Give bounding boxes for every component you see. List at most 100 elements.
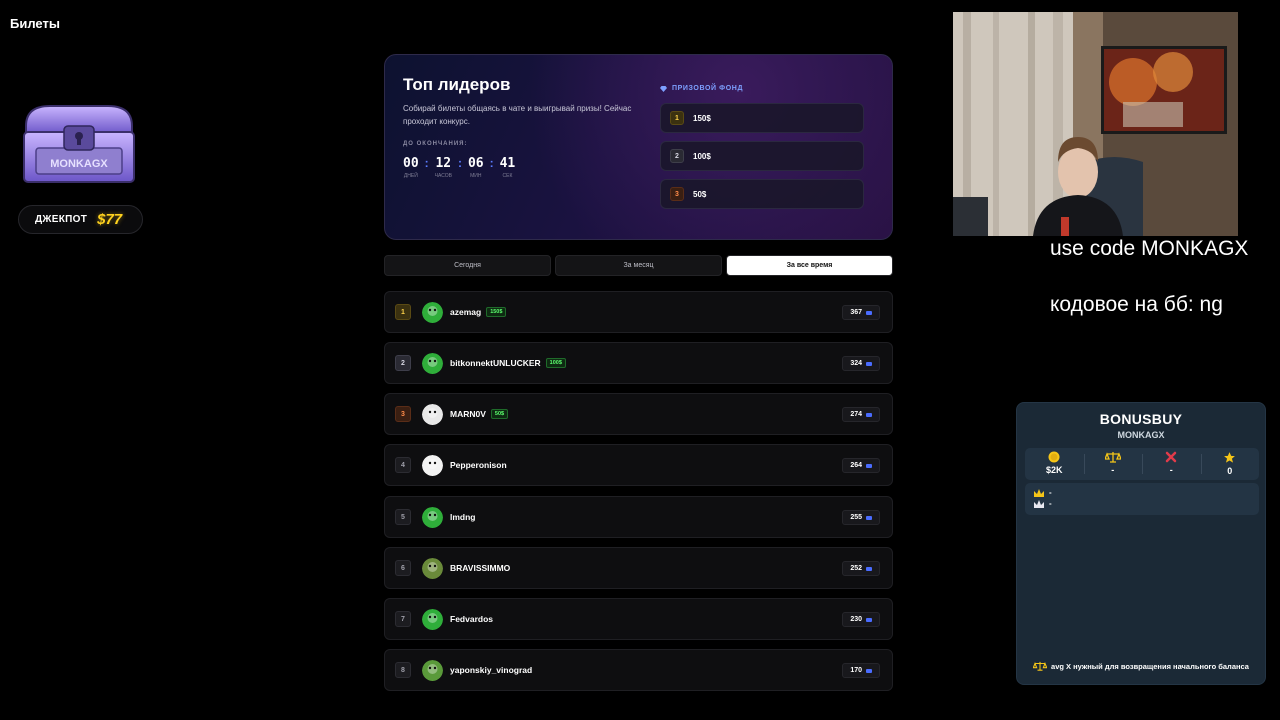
timer-hours: 12 ЧАСОВ bbox=[434, 156, 452, 179]
avatar bbox=[422, 301, 443, 323]
tab-all-time[interactable]: За все время bbox=[726, 255, 893, 276]
row-rank: 4 bbox=[395, 457, 411, 473]
jackpot-badge: ДЖЕКПОТ $77 bbox=[18, 205, 143, 234]
avatar bbox=[422, 557, 443, 579]
crown-silver-icon bbox=[1034, 499, 1044, 508]
avatar bbox=[422, 403, 443, 425]
leaderboard-title: Топ лидеров bbox=[403, 75, 511, 94]
period-tabs: Сегодня За месяц За все время bbox=[384, 255, 893, 276]
leaderboard-row[interactable]: 7 Fedvardos 230 bbox=[384, 598, 893, 640]
row-username: yaponskiy_vinograd bbox=[450, 665, 533, 675]
scales-icon bbox=[1104, 452, 1121, 463]
ticket-icon bbox=[866, 310, 872, 315]
prize-fund: ПРИЗОВОЙ ФОНД 1 150$ 2 100$ 3 50$ bbox=[650, 77, 874, 217]
timer-separator: : bbox=[424, 156, 429, 170]
stat-losses: - bbox=[1142, 448, 1201, 480]
bonus-code-text: кодовое на бб: ng bbox=[1050, 293, 1223, 316]
prize-rank: 1 bbox=[670, 111, 684, 125]
bonusbuy-stats: $2K - - 0 bbox=[1025, 448, 1259, 480]
timer-separator: : bbox=[489, 156, 494, 170]
row-username: BRAVISSIMMO bbox=[450, 563, 511, 573]
avatar bbox=[422, 659, 443, 681]
row-prize-tag: 50$ bbox=[490, 409, 509, 419]
countdown-timer: 00 ДНЕЙ : 12 ЧАСОВ : 06 МИН : 41 СЕК bbox=[403, 156, 515, 179]
tab-today[interactable]: Сегодня bbox=[384, 255, 551, 276]
ticket-icon bbox=[866, 617, 872, 622]
stat-avg: - bbox=[1083, 448, 1143, 480]
row-score: 255 bbox=[842, 510, 880, 525]
avatar bbox=[422, 506, 443, 528]
ticket-icon bbox=[866, 515, 872, 520]
timer-separator: : bbox=[457, 156, 462, 170]
leaderboard-hero: Топ лидеров Собирай билеты общаясь в чат… bbox=[384, 54, 893, 240]
prize-row-1: 1 150$ bbox=[660, 103, 864, 133]
leaderboard-row[interactable]: 3 MARN0V 50$ 274 bbox=[384, 393, 893, 435]
cross-icon bbox=[1166, 451, 1177, 463]
tab-month[interactable]: За месяц bbox=[555, 255, 722, 276]
row-username: lmdng bbox=[450, 512, 476, 522]
row-username: Pepperonison bbox=[450, 460, 507, 470]
prize-amount: 150$ bbox=[693, 113, 711, 123]
row-rank: 5 bbox=[395, 509, 411, 525]
row-score: 170 bbox=[842, 663, 880, 678]
jackpot-label: ДЖЕКПОТ bbox=[35, 214, 88, 225]
bonusbuy-footer: avg X нужный для возвращения начального … bbox=[1017, 661, 1265, 671]
bonusbuy-subtitle: MONKAGX bbox=[1117, 430, 1165, 440]
stat-balance: $2K bbox=[1025, 448, 1084, 480]
prize-fund-header: ПРИЗОВОЙ ФОНД bbox=[660, 85, 874, 92]
leaderboard-row[interactable]: 1 azemag 150$ 367 bbox=[384, 291, 893, 333]
row-rank: 3 bbox=[395, 406, 411, 422]
timer-seconds: 41 СЕК bbox=[499, 156, 516, 179]
prize-rank: 3 bbox=[670, 187, 684, 201]
diamond-icon bbox=[660, 85, 667, 92]
avatar bbox=[422, 608, 443, 630]
page-title: Билеты bbox=[10, 16, 60, 31]
timer-days: 00 ДНЕЙ bbox=[403, 156, 419, 179]
row-rank: 2 bbox=[395, 355, 411, 371]
leaderboard-row[interactable]: 6 BRAVISSIMMO 252 bbox=[384, 547, 893, 589]
worst-row: - bbox=[1033, 498, 1251, 509]
leaderboard-row[interactable]: 2 bitkonnektUNLUCKER 100$ 324 bbox=[384, 342, 893, 384]
row-score: 252 bbox=[842, 561, 880, 576]
leaderboard-row[interactable]: 4 Pepperonison 264 bbox=[384, 444, 893, 486]
prize-row-2: 2 100$ bbox=[660, 141, 864, 171]
best-row: - bbox=[1033, 487, 1251, 498]
avatar bbox=[422, 352, 443, 374]
row-rank: 1 bbox=[395, 304, 411, 320]
webcam-feed bbox=[953, 12, 1238, 236]
scales-icon bbox=[1033, 661, 1048, 671]
ticket-icon bbox=[866, 668, 872, 673]
ticket-icon bbox=[866, 412, 872, 417]
leaderboard-row[interactable]: 8 yaponskiy_vinograd 170 bbox=[384, 649, 893, 691]
crown-gold-icon bbox=[1034, 488, 1044, 497]
until-label: ДО ОКОНЧАНИЯ: bbox=[403, 141, 468, 147]
chest-image: MONKAGX bbox=[20, 104, 138, 184]
row-score: 230 bbox=[842, 612, 880, 627]
row-score: 264 bbox=[842, 458, 880, 473]
prize-amount: 50$ bbox=[693, 189, 707, 199]
bonusbuy-best-worst: - - bbox=[1025, 483, 1259, 515]
ticket-icon bbox=[866, 566, 872, 571]
bonusbuy-widget: BONUSBUY MONKAGX $2K - - 0 - - avg X нуж… bbox=[1016, 402, 1266, 685]
row-prize-tag: 150$ bbox=[486, 307, 507, 317]
prize-rank: 2 bbox=[670, 149, 684, 163]
prize-amount: 100$ bbox=[693, 151, 711, 161]
ticket-icon bbox=[866, 463, 872, 468]
ticket-icon bbox=[866, 361, 872, 366]
promo-code-text: use code MONKAGX bbox=[1050, 237, 1249, 260]
jackpot-value: $77 bbox=[97, 211, 123, 228]
row-username: azemag bbox=[450, 307, 482, 317]
row-score: 367 bbox=[842, 305, 880, 320]
leaderboard-row[interactable]: 5 lmdng 255 bbox=[384, 496, 893, 538]
row-username: MARN0V bbox=[450, 409, 486, 419]
timer-minutes: 06 МИН bbox=[467, 156, 484, 179]
prize-row-3: 3 50$ bbox=[660, 179, 864, 209]
leaderboard-description: Собирай билеты общаясь в чате и выигрыва… bbox=[403, 104, 632, 126]
row-score: 274 bbox=[842, 407, 880, 422]
bonusbuy-title: BONUSBUY bbox=[1099, 411, 1183, 427]
row-prize-tag: 100$ bbox=[545, 358, 566, 368]
avatar bbox=[422, 454, 443, 476]
stat-stars: 0 bbox=[1200, 448, 1260, 480]
row-rank: 8 bbox=[395, 662, 411, 678]
row-username: Fedvardos bbox=[450, 614, 493, 624]
